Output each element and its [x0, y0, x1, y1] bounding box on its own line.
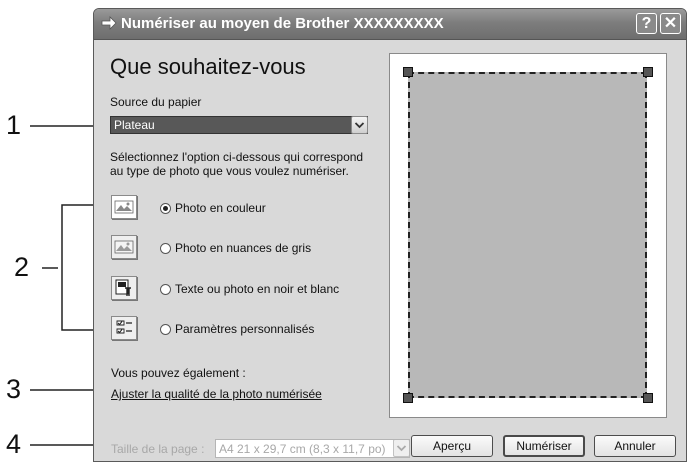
- option-bw-text-photo-label[interactable]: Texte ou photo en noir et blanc: [175, 282, 339, 296]
- dialog-heading: Que souhaitez-vous: [110, 54, 306, 79]
- cancel-button[interactable]: Annuler: [594, 435, 676, 457]
- scan-button[interactable]: Numériser: [503, 435, 585, 457]
- scan-area[interactable]: [408, 72, 647, 398]
- adjust-quality-link[interactable]: Ajuster la qualité de la photo numérisée: [111, 387, 322, 401]
- preview-pane: [389, 53, 667, 418]
- radio-custom-settings[interactable]: [160, 324, 171, 335]
- custom-settings-icon[interactable]: [111, 316, 137, 340]
- page-size-select[interactable]: A4 21 x 29,7 cm (8,3 x 11,7 po): [215, 439, 410, 458]
- option-grayscale-photo-label[interactable]: Photo en nuances de gris: [175, 241, 311, 255]
- scan-dialog: Numériser au moyen de Brother XXXXXXXXX …: [93, 8, 687, 462]
- crop-handle-bottom-left[interactable]: [403, 393, 413, 403]
- page-size-label: Taille de la page :: [111, 442, 205, 456]
- option-custom-settings-label[interactable]: Paramètres personnalisés: [175, 322, 314, 336]
- callout-4: 4: [6, 429, 22, 459]
- crop-handle-top-left[interactable]: [403, 67, 413, 77]
- callout-1: 1: [6, 110, 22, 140]
- bw-text-photo-icon[interactable]: [111, 276, 137, 300]
- instruction-line-1: Sélectionnez l'option ci-dessous qui cor…: [110, 150, 364, 164]
- chevron-down-icon[interactable]: [351, 116, 368, 134]
- help-button[interactable]: ?: [636, 13, 657, 34]
- callout-2: 2: [14, 252, 30, 282]
- crop-handle-top-right[interactable]: [643, 67, 653, 77]
- page-size-chevron-down-icon[interactable]: [393, 440, 409, 457]
- window-title: Numériser au moyen de Brother XXXXXXXXX: [121, 15, 444, 32]
- crop-handle-bottom-right[interactable]: [643, 393, 653, 403]
- paper-source-select[interactable]: Plateau: [110, 116, 368, 134]
- preview-button[interactable]: Aperçu: [411, 435, 493, 457]
- color-photo-icon[interactable]: [111, 195, 137, 219]
- callout-3: 3: [6, 374, 22, 404]
- close-button[interactable]: ✕: [660, 13, 681, 34]
- instruction-line-2: au type de photo que vous voulez numéris…: [110, 164, 349, 178]
- grayscale-photo-icon[interactable]: [111, 235, 137, 259]
- paper-source-label: Source du papier: [110, 95, 202, 109]
- option-color-photo-label[interactable]: Photo en couleur: [175, 201, 266, 215]
- radio-grayscale-photo[interactable]: [160, 243, 171, 254]
- also-label: Vous pouvez également :: [111, 366, 246, 380]
- radio-bw-text-photo[interactable]: [160, 284, 171, 295]
- paper-source-value: Plateau: [114, 118, 155, 132]
- page-size-value: A4 21 x 29,7 cm (8,3 x 11,7 po): [219, 442, 386, 456]
- radio-color-photo[interactable]: [160, 203, 171, 214]
- title-bar[interactable]: Numériser au moyen de Brother XXXXXXXXX …: [94, 9, 686, 40]
- scanner-arrow-icon: [100, 14, 118, 32]
